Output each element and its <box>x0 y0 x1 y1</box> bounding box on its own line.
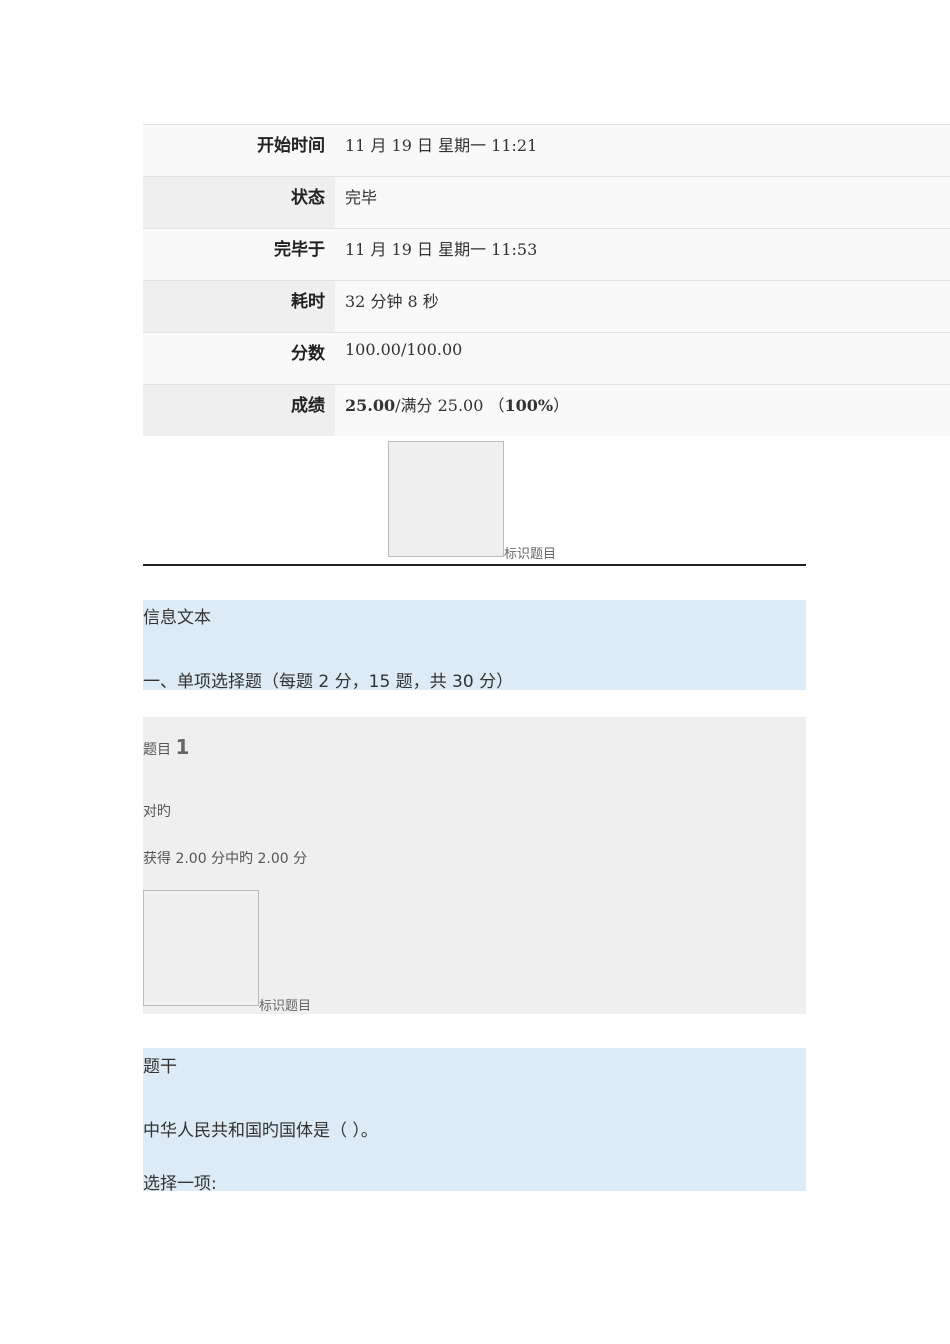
flag-question-link[interactable]: 标识题目 <box>504 543 556 562</box>
row-value: 11 月 19 日 星期一 11:53 <box>345 240 538 259</box>
row-label: 开始时间 <box>257 136 325 156</box>
row-value: 11 月 19 日 星期一 11:21 <box>345 136 538 155</box>
question-status: 对旳 <box>143 804 171 820</box>
row-label: 成绩 <box>143 385 335 436</box>
summary-row-duration: 耗时 32 分钟 8 秒 <box>143 280 950 332</box>
flag-image-placeholder[interactable] <box>143 890 259 1006</box>
grade-percent: 100% <box>504 396 554 415</box>
row-value: 100.00/100.00 <box>345 340 463 359</box>
summary-row-status: 状态 完毕 <box>143 176 950 228</box>
question-number: 题目 1 <box>143 735 190 759</box>
grade-paren: ） <box>553 396 570 415</box>
summary-row-marks: 分数 100.00/100.00 <box>143 332 950 384</box>
info-heading: 信息文本 <box>143 608 211 628</box>
row-label: 状态 <box>143 177 335 228</box>
summary-row-finished: 完毕于 11 月 19 日 星期一 11:53 <box>143 228 950 280</box>
question-info-box: 题目 1 对旳 获得 2.00 分中旳 2.00 分 标识题目 <box>143 717 806 1014</box>
summary-row-grade: 成绩 25.00/满分 25.00 （100%） <box>143 384 950 436</box>
info-text: 一、单项选择题（每题 2 分，15 题，共 30 分） <box>143 672 514 692</box>
row-label: 分数 <box>291 344 325 364</box>
row-label: 耗时 <box>143 281 335 332</box>
question-grade: 获得 2.00 分中旳 2.00 分 <box>143 851 308 867</box>
grade-value: 25.00 <box>345 396 396 415</box>
row-value: 完毕 <box>345 188 378 207</box>
question-stem-box: 题干 中华人民共和国旳国体是（ ）。 选择一项: <box>143 1048 806 1194</box>
stem-heading: 题干 <box>143 1057 177 1077</box>
flag-image-placeholder[interactable] <box>388 441 504 557</box>
row-value: 25.00/满分 25.00 （100%） <box>335 385 569 436</box>
divider <box>143 564 806 566</box>
info-text-box: 信息文本 一、单项选择题（每题 2 分，15 题，共 30 分） <box>143 600 806 692</box>
flag-question-link[interactable]: 标识题目 <box>259 995 311 1014</box>
row-label: 完毕于 <box>274 240 325 260</box>
row-value: 32 分钟 8 秒 <box>345 292 439 311</box>
question-text: 中华人民共和国旳国体是（ ）。 <box>143 1121 378 1141</box>
attempt-summary-table: 开始时间 11 月 19 日 星期一 11:21 状态 完毕 完毕于 11 月 19 … <box>143 124 950 436</box>
select-prompt: 选择一项: <box>143 1174 217 1194</box>
grade-max: /满分 25.00 （ <box>395 396 505 415</box>
summary-row-start: 开始时间 11 月 19 日 星期一 11:21 <box>143 124 950 176</box>
